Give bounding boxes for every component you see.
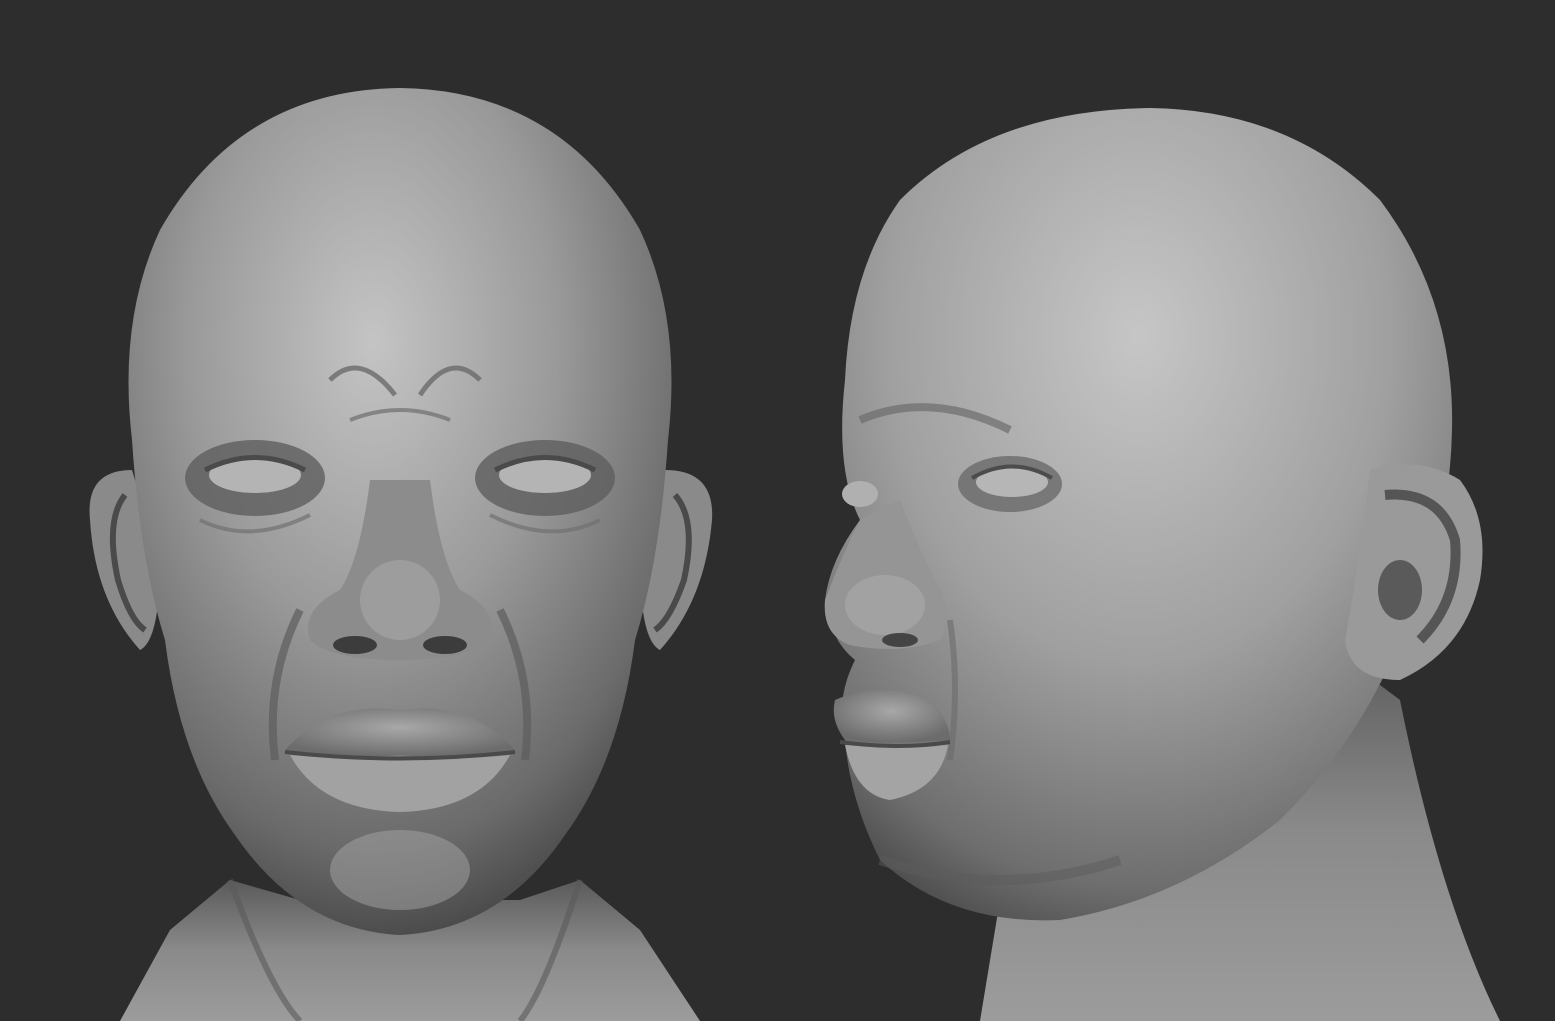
three-quarter-view-head (824, 108, 1500, 1021)
front-view-head (89, 88, 713, 1021)
side-left-eye (842, 481, 878, 507)
render-image (89, 88, 1500, 1021)
sculpt-render-canvas (0, 0, 1555, 1021)
